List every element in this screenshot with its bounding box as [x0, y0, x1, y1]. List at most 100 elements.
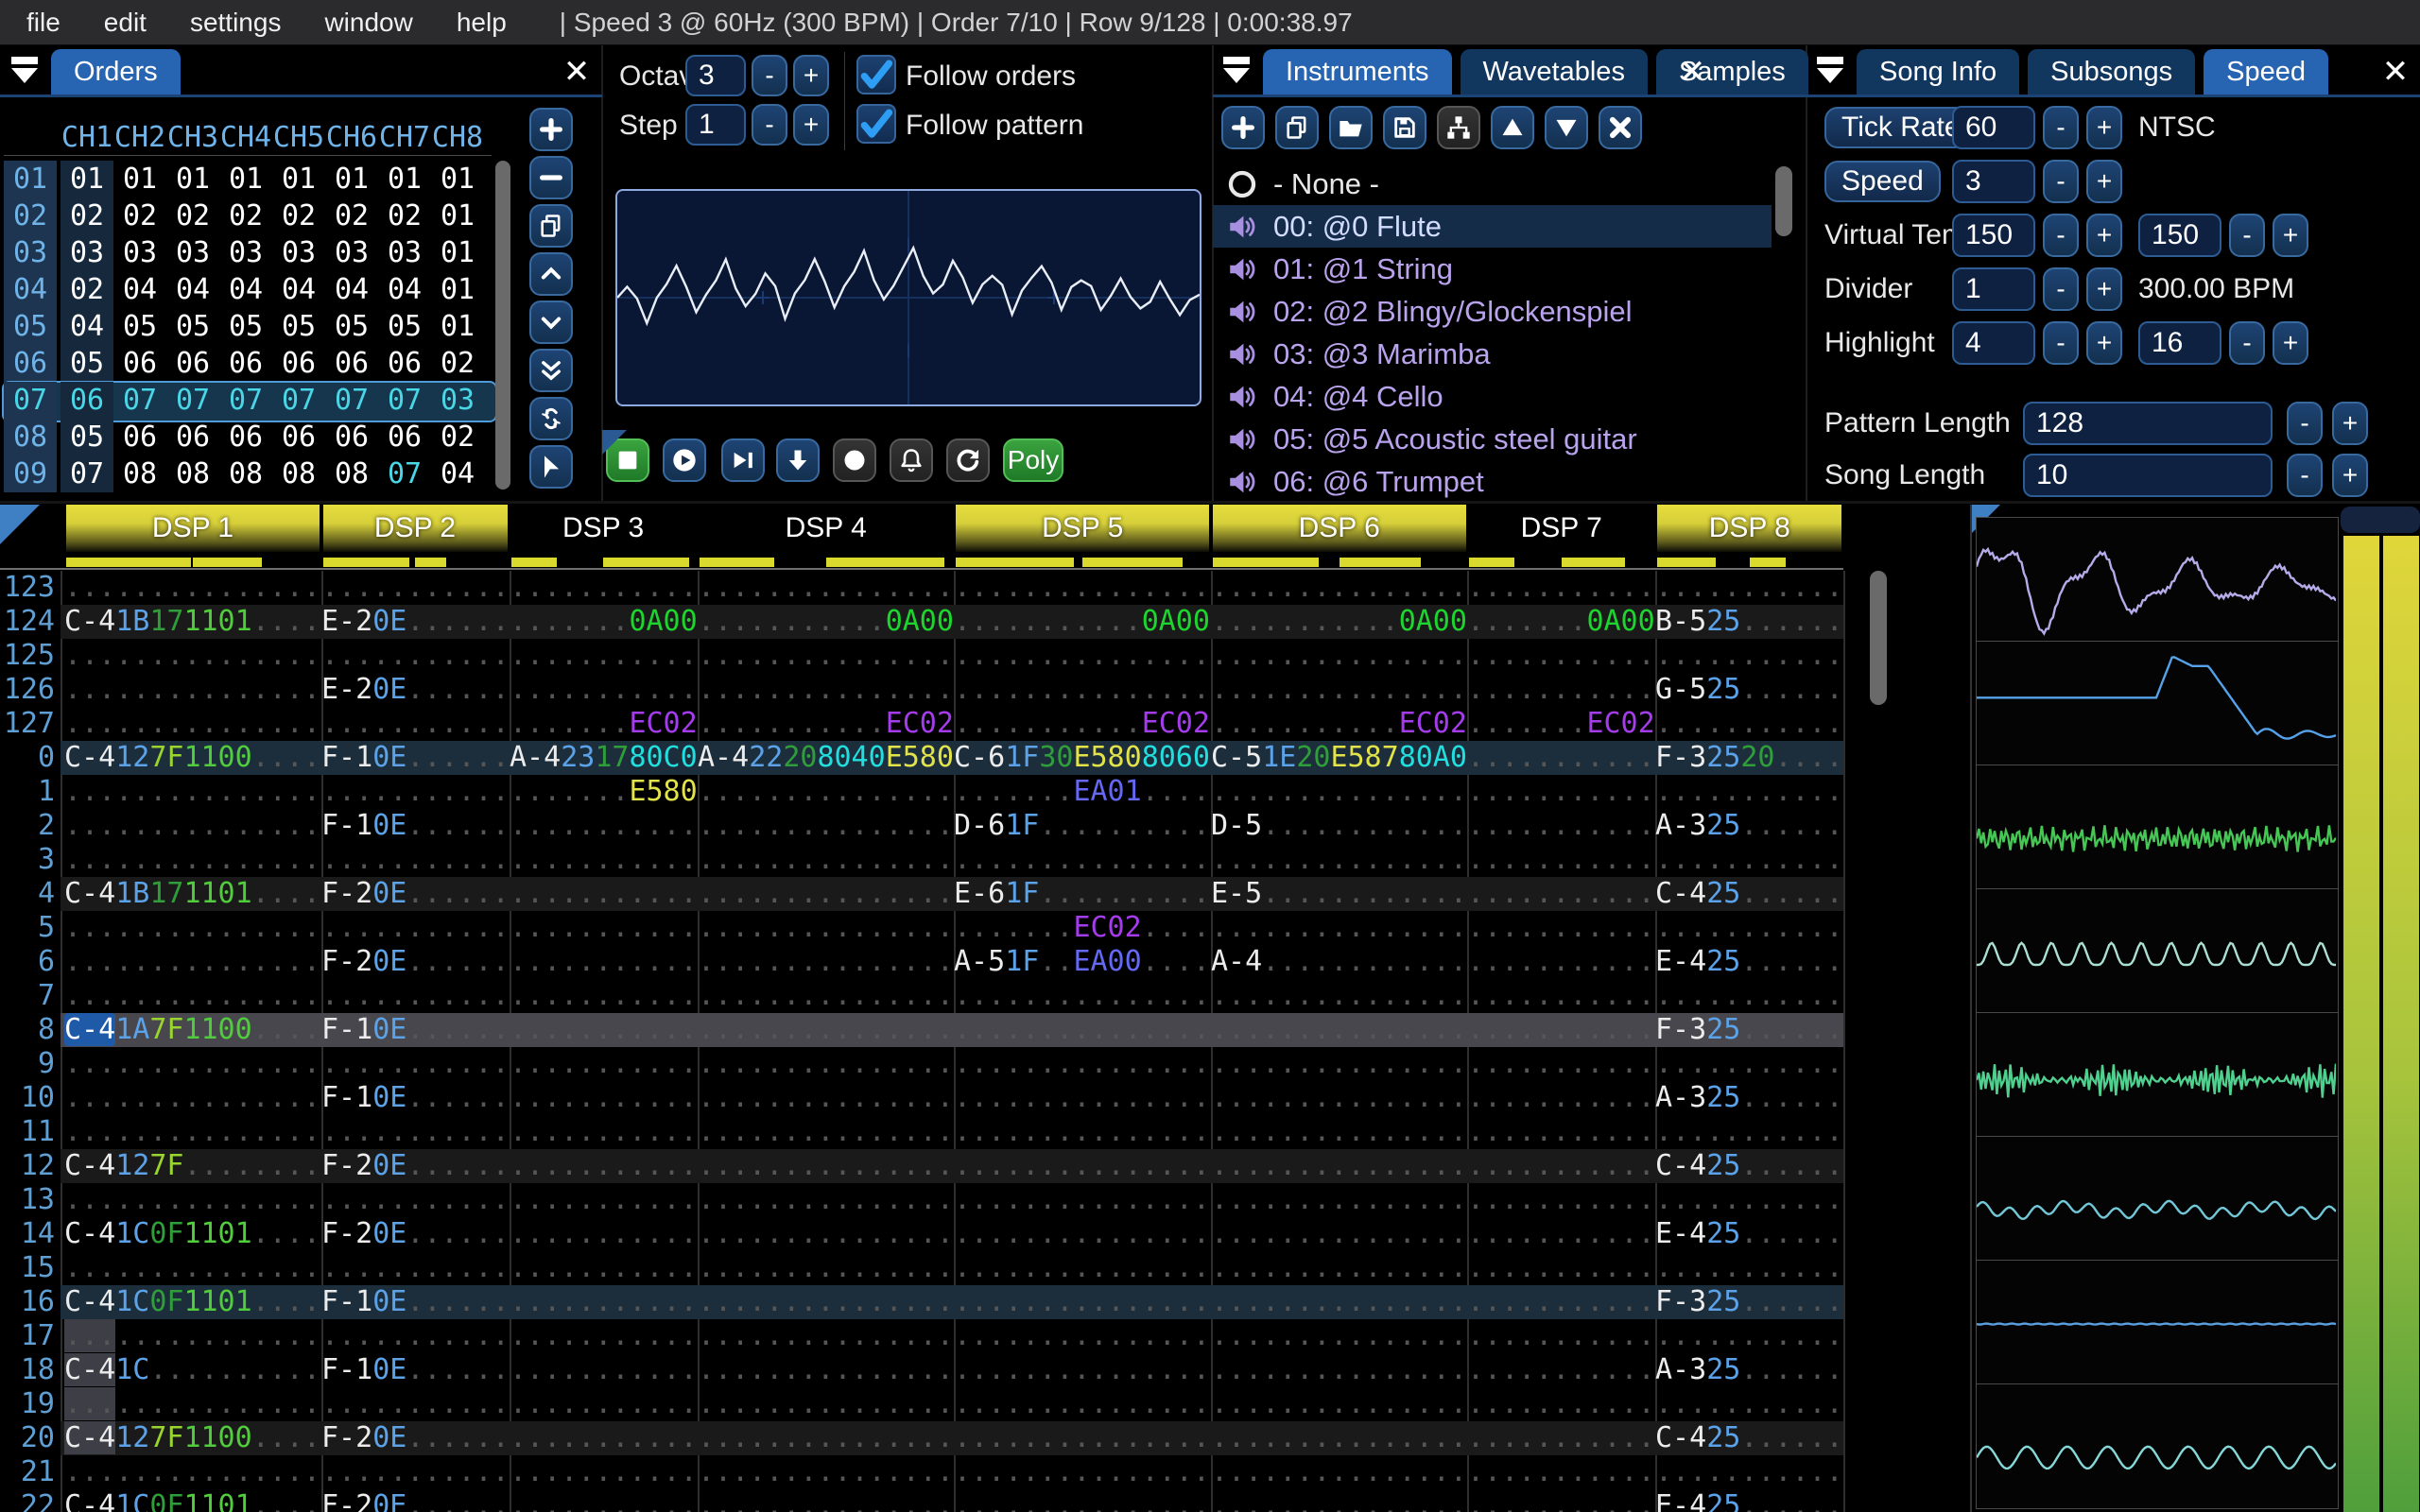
pattern-cell[interactable]: ............... [1211, 1081, 1467, 1115]
pattern-cell[interactable]: A-325...... [1655, 1081, 1843, 1115]
pattern-cell[interactable]: .......EC02 [510, 707, 698, 741]
pattern-cell[interactable]: ............... [64, 1387, 320, 1421]
pattern-cell[interactable]: ............... [1211, 1251, 1467, 1285]
pattern-cell[interactable]: ............... [954, 1183, 1210, 1217]
pattern-cell[interactable]: ........... [1467, 1149, 1655, 1183]
pattern-cell[interactable]: ........... [510, 1081, 698, 1115]
pattern-cell[interactable]: ........... [1655, 911, 1843, 945]
pattern-cell[interactable]: ........... [1467, 979, 1655, 1013]
pattern-cell[interactable]: C-61F30E5808060 [954, 741, 1210, 775]
pattern-cell[interactable]: .......0A00 [510, 605, 698, 639]
pattern-cell[interactable]: F-10E...... [321, 1081, 510, 1115]
pattern-cell[interactable]: ........... [1467, 1183, 1655, 1217]
pattern-cell[interactable]: C-41B171101.... [64, 605, 320, 639]
pattern-cell[interactable]: ............... [1211, 911, 1467, 945]
pattern-cell[interactable]: ........... [510, 945, 698, 979]
pattern-cell[interactable]: D-5............ [1211, 809, 1467, 843]
pattern-cell[interactable]: ............... [1211, 1353, 1467, 1387]
pattern-cell[interactable]: ........... [510, 1421, 698, 1455]
pattern-cell[interactable]: ............... [1211, 775, 1467, 809]
pattern-cell[interactable]: ............... [954, 1047, 1210, 1081]
pattern-cell[interactable]: ........... [1467, 741, 1655, 775]
pattern-cell[interactable]: ........... [510, 809, 698, 843]
pattern-cell[interactable]: ........... [321, 1319, 510, 1353]
pattern-cell[interactable]: E-425...... [1655, 1217, 1843, 1251]
pattern-cell[interactable]: ........... [1467, 1217, 1655, 1251]
pattern-cell[interactable]: C-425...... [1655, 877, 1843, 911]
pattern-cell[interactable]: .......0A00 [1467, 605, 1655, 639]
pattern-cell[interactable]: ............... [698, 979, 954, 1013]
pattern-cell[interactable]: ........... [1655, 1387, 1843, 1421]
pattern-cell[interactable]: ...........0A00 [698, 605, 954, 639]
pattern-cell[interactable]: ........... [510, 979, 698, 1013]
pattern-cell[interactable]: ............... [64, 1319, 320, 1353]
pattern-cell[interactable]: ............... [698, 1013, 954, 1047]
pattern-cell[interactable]: ...........0A00 [954, 605, 1210, 639]
pattern-cell[interactable]: ........... [1467, 1353, 1655, 1387]
pattern-cell[interactable]: ............... [698, 945, 954, 979]
pattern-cell[interactable]: ............... [954, 1353, 1210, 1387]
pattern-cell[interactable]: ............... [698, 1353, 954, 1387]
pattern-cell[interactable]: F-325...... [1655, 1013, 1843, 1047]
pattern-cell[interactable]: ............... [64, 1115, 320, 1149]
pattern-cell[interactable]: ............... [954, 1251, 1210, 1285]
pattern-cell[interactable]: ........... [1467, 1115, 1655, 1149]
pattern-cell[interactable]: ........... [1467, 673, 1655, 707]
pattern-cell[interactable]: E-425...... [1655, 1489, 1843, 1512]
pattern-cell[interactable]: ............... [64, 1081, 320, 1115]
pattern-cell[interactable]: ............... [64, 1251, 320, 1285]
pattern-cell[interactable]: ............... [1211, 571, 1467, 605]
pattern-cell[interactable]: ........... [1655, 1115, 1843, 1149]
pattern-cell[interactable]: F-325...... [1655, 1285, 1843, 1319]
pattern-cell[interactable]: ............... [698, 1115, 954, 1149]
pattern-cell[interactable]: ........... [1655, 1183, 1843, 1217]
pattern-cell[interactable]: F-20E...... [321, 1421, 510, 1455]
pattern-cell[interactable]: ............... [954, 639, 1210, 673]
pattern-cell[interactable]: A-422208040E580 [698, 741, 954, 775]
pattern-cell[interactable]: ...........EC02 [1211, 707, 1467, 741]
pattern-cell[interactable]: ............... [954, 1455, 1210, 1489]
pattern-cell[interactable]: ............... [698, 1319, 954, 1353]
pattern-cell[interactable]: ........... [321, 911, 510, 945]
pattern-cell[interactable]: ........... [510, 1013, 698, 1047]
pattern-cell[interactable]: ........... [1655, 1319, 1843, 1353]
pattern-cell[interactable]: ........... [510, 1183, 698, 1217]
pattern-cell[interactable]: ............... [1211, 1149, 1467, 1183]
pattern-cell[interactable]: ........... [510, 673, 698, 707]
pattern-cell[interactable]: ........... [1467, 1319, 1655, 1353]
pattern-cell[interactable]: ........... [510, 1251, 698, 1285]
pattern-cell[interactable]: ........... [321, 1183, 510, 1217]
pattern-cell[interactable]: ............... [954, 673, 1210, 707]
pattern-cell[interactable]: ............... [954, 979, 1210, 1013]
pattern-cell[interactable]: ........... [321, 979, 510, 1013]
pattern-cell[interactable]: ............... [64, 1455, 320, 1489]
pattern-cell[interactable]: E-20E...... [321, 605, 510, 639]
pattern-cell[interactable]: C-41B171101.... [64, 877, 320, 911]
pattern-cell[interactable]: ............... [954, 1149, 1210, 1183]
pattern-cell[interactable]: ............... [954, 1387, 1210, 1421]
pattern-cell[interactable]: ........... [510, 843, 698, 877]
pattern-cell[interactable]: ........... [510, 1319, 698, 1353]
pattern-cell[interactable]: ............... [698, 1183, 954, 1217]
pattern-cell[interactable]: ............... [1211, 1421, 1467, 1455]
pattern-cell[interactable]: ........... [1467, 1421, 1655, 1455]
pattern-cell[interactable]: A-4............ [1211, 945, 1467, 979]
pattern-cell[interactable]: ........... [510, 911, 698, 945]
pattern-cell[interactable]: F-10E...... [321, 1285, 510, 1319]
pattern-cell[interactable]: ............... [1211, 1115, 1467, 1149]
pattern-cell[interactable]: ............... [64, 571, 320, 605]
pattern-cell[interactable]: ........... [321, 571, 510, 605]
pattern-cell[interactable]: E-425...... [1655, 945, 1843, 979]
pattern-cell[interactable]: ............... [1211, 843, 1467, 877]
pattern-cell[interactable]: ............... [698, 1251, 954, 1285]
pattern-cell[interactable]: ........... [321, 639, 510, 673]
pattern-cell[interactable]: ........... [510, 1115, 698, 1149]
pattern-cell[interactable]: F-20E...... [321, 1149, 510, 1183]
pattern-cell[interactable]: E-5............ [1211, 877, 1467, 911]
pattern-cell[interactable]: ............... [1211, 979, 1467, 1013]
pattern-cell[interactable]: ............... [954, 1319, 1210, 1353]
pattern-cell[interactable]: F-32520.... [1655, 741, 1843, 775]
pattern-cell[interactable]: ............... [698, 1455, 954, 1489]
pattern-cell[interactable]: ............... [698, 1285, 954, 1319]
pattern-cell[interactable]: ........... [1467, 775, 1655, 809]
